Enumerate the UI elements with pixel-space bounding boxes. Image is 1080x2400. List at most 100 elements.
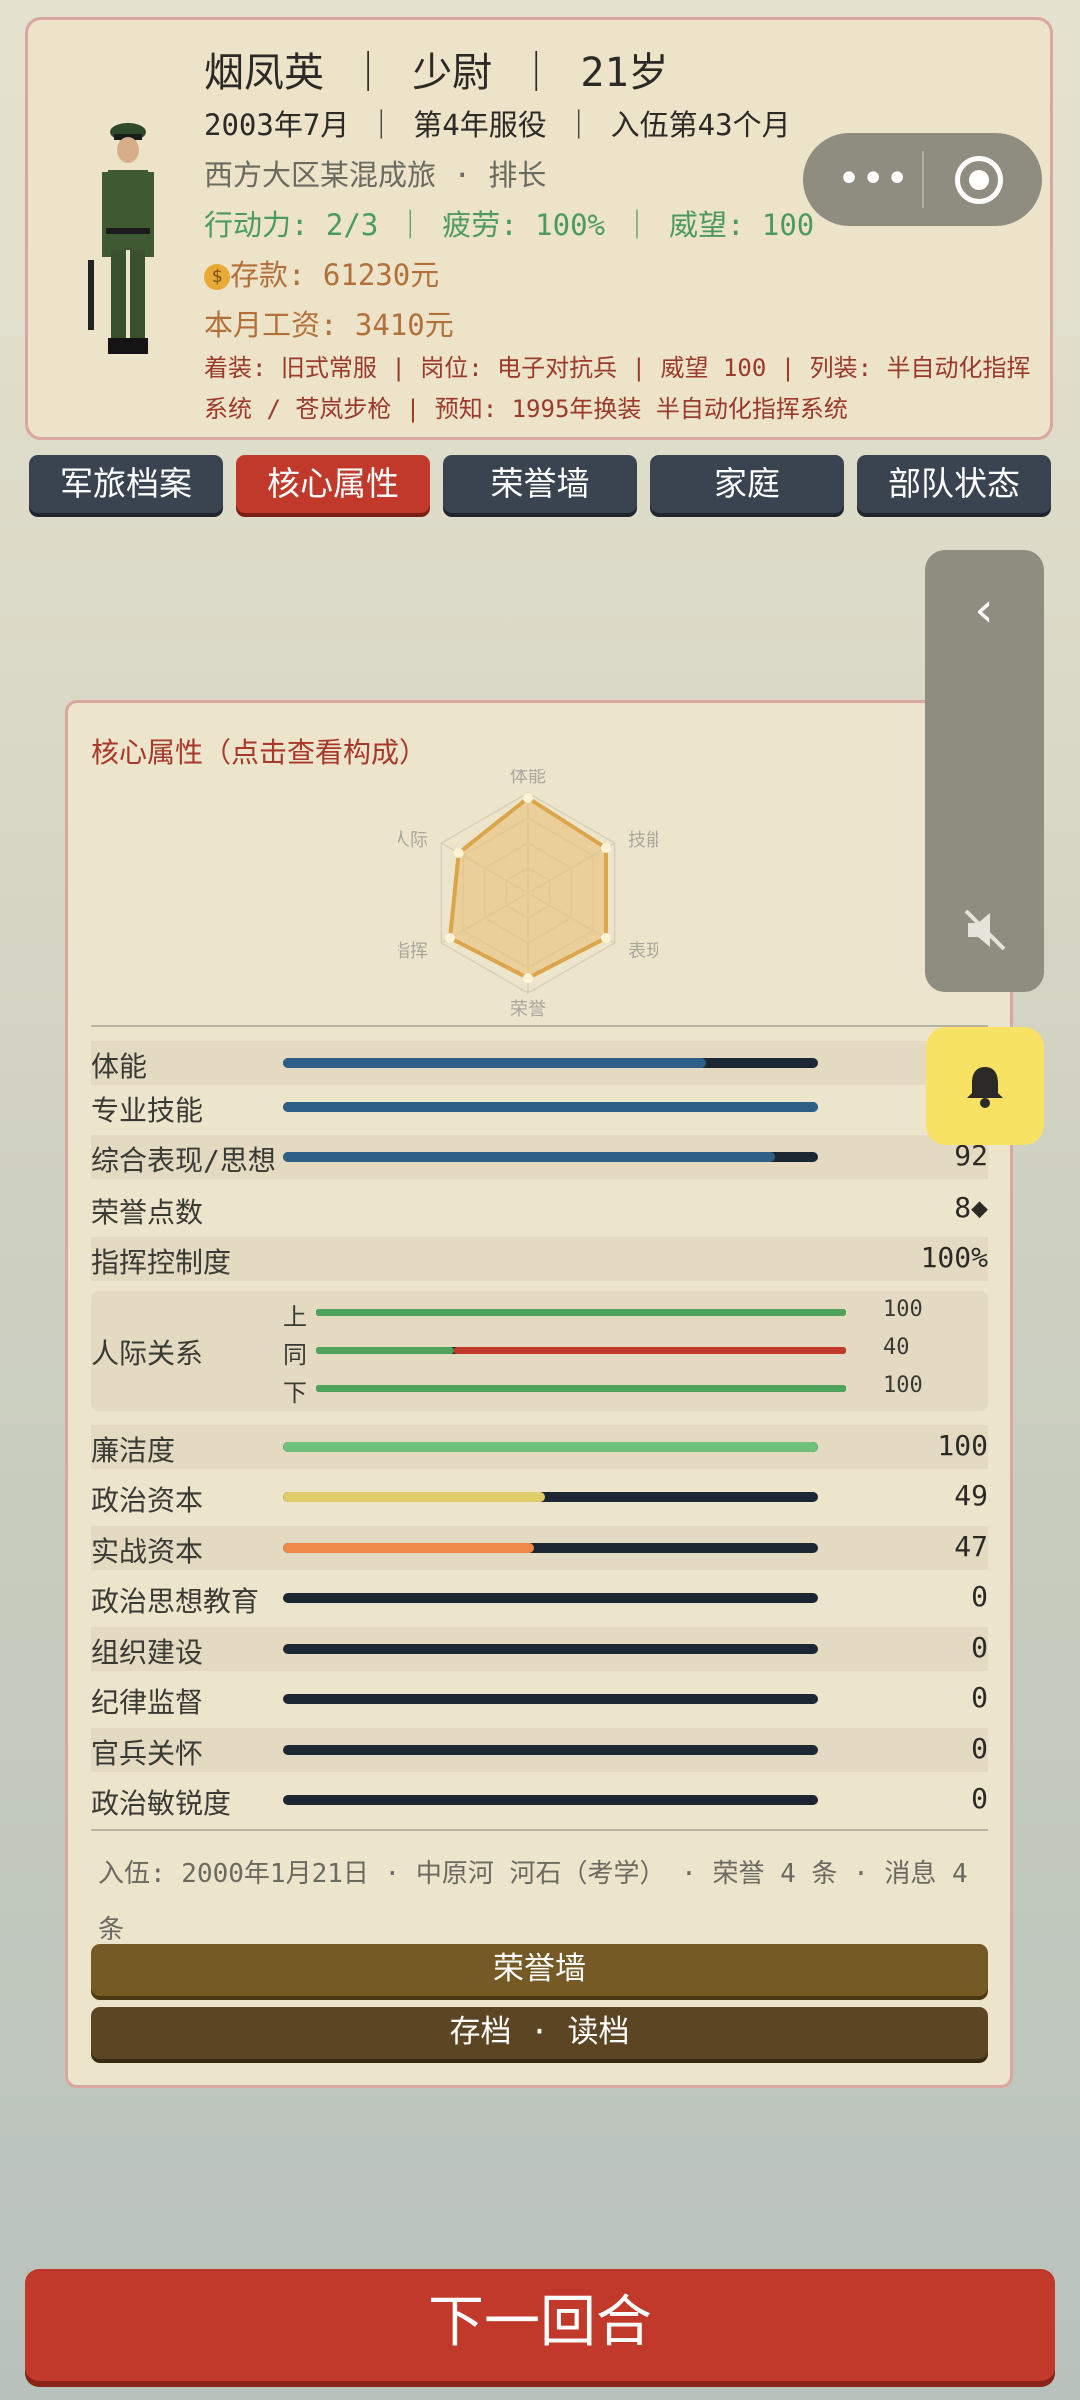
stat-row-integrity[interactable]: 廉洁度 100	[91, 1425, 988, 1469]
stat-row-skill[interactable]: 专业技能	[91, 1085, 988, 1129]
social-row-subordinate: 下 100	[283, 1371, 983, 1407]
stat-label: 政治资本	[91, 1484, 204, 1517]
core-attributes-title[interactable]: 核心属性（点击查看构成）	[91, 731, 427, 771]
stat-bar	[283, 1058, 818, 1068]
side-panel: ‹	[925, 550, 1044, 992]
enlisted-months: 入伍第43个月	[610, 108, 791, 142]
miniprogram-capsule: •••	[803, 133, 1042, 226]
stat-value: 8◆	[954, 1191, 988, 1224]
radar-label-social: 人际	[398, 830, 428, 851]
radar-point	[523, 793, 533, 803]
prestige: 威望: 100	[668, 208, 815, 242]
current-date: 2003年7月	[204, 108, 350, 142]
money-bag-icon: $	[204, 264, 230, 290]
tab-military-records[interactable]: 军旅档案	[29, 455, 223, 513]
social-row-peer: 同 40	[283, 1333, 983, 1369]
stat-row-combat-capital[interactable]: 实战资本 47	[91, 1526, 988, 1570]
position-name: 排长	[488, 158, 547, 192]
stat-label: 实战资本	[91, 1535, 204, 1568]
stat-bar	[283, 1593, 818, 1603]
savings-line: $ 存款: 61230元	[204, 252, 439, 294]
notification-button[interactable]	[926, 1027, 1044, 1145]
stat-bar	[283, 1102, 818, 1112]
stat-label: 廉洁度	[91, 1434, 176, 1467]
stat-row-honor-points[interactable]: 荣誉点数 8◆	[91, 1187, 988, 1231]
unit-position: 西方大区某混成旅 · 排长	[204, 158, 547, 192]
social-tag: 下	[283, 1379, 307, 1407]
social-row-superior: 上 100	[283, 1295, 983, 1331]
stat-label: 官兵关怀	[91, 1737, 204, 1770]
tab-family[interactable]: 家庭	[650, 455, 844, 513]
attributes-radar-chart[interactable]: 体能 技能 表现 荣誉 指挥 人际	[398, 769, 658, 1019]
action-points: 行动力: 2/3	[204, 208, 379, 242]
stat-row-care[interactable]: 官兵关怀 0	[91, 1728, 988, 1772]
stat-value: 49	[954, 1479, 988, 1512]
stat-bar	[283, 1152, 818, 1162]
stat-bar	[283, 1795, 818, 1805]
core-attributes-card: 核心属性（点击查看构成） 体能 技能 表现 荣誉 指挥 人际 体能 专业技能 综…	[65, 700, 1013, 2088]
stat-bar	[283, 1644, 818, 1654]
stat-row-organization[interactable]: 组织建设 0	[91, 1627, 988, 1671]
social-relations[interactable]: 人际关系 上 100 同 40 下 100	[91, 1291, 988, 1411]
stat-value: 0	[971, 1580, 988, 1613]
radar-point	[600, 843, 611, 853]
social-tag: 同	[283, 1341, 307, 1369]
stat-label: 纪律监督	[91, 1686, 204, 1719]
tab-bar: 军旅档案 核心属性 荣誉墙 家庭 部队状态	[29, 455, 1051, 515]
social-fill-peer	[316, 1347, 454, 1354]
tab-troop-status[interactable]: 部队状态	[857, 455, 1051, 513]
service-year: 第4年服役	[413, 108, 547, 142]
soldier-avatar	[88, 123, 154, 354]
soldier-name: 烟凤英	[204, 50, 324, 96]
social-tag: 上	[283, 1303, 307, 1331]
stat-label: 综合表现/思想	[91, 1144, 276, 1177]
stat-value: 100	[937, 1429, 988, 1462]
social-value: 100	[883, 1373, 923, 1398]
stat-row-discipline[interactable]: 纪律监督 0	[91, 1677, 988, 1721]
bell-icon	[967, 1067, 1003, 1108]
soldier-age: 21岁	[580, 50, 669, 96]
social-fill-superior	[316, 1309, 846, 1316]
stat-bar	[283, 1543, 818, 1553]
stat-row-political-education[interactable]: 政治思想教育 0	[91, 1576, 988, 1620]
stat-value: 0	[971, 1631, 988, 1664]
tab-core-attributes[interactable]: 核心属性	[236, 455, 430, 513]
radar-point	[600, 933, 611, 943]
honor-wall-button[interactable]: 荣誉墙	[91, 1944, 988, 1996]
stat-bar	[283, 1442, 818, 1452]
status-line: 行动力: 2/3 ｜ 疲劳: 100% ｜ 威望: 100	[204, 208, 815, 242]
stat-bar	[283, 1745, 818, 1755]
stat-row-political-sensitivity[interactable]: 政治敏锐度 0	[91, 1778, 988, 1822]
fatigue: 疲劳: 100%	[442, 208, 606, 242]
social-label: 人际关系	[91, 1337, 204, 1370]
stat-value: 0	[971, 1782, 988, 1815]
stat-label: 荣誉点数	[91, 1196, 204, 1229]
social-value: 100	[883, 1297, 923, 1322]
next-turn-button[interactable]: 下一回合	[25, 2269, 1055, 2381]
stat-label: 政治思想教育	[91, 1585, 260, 1618]
stat-row-performance[interactable]: 综合表现/思想 92	[91, 1135, 988, 1179]
target-circle-icon[interactable]	[955, 156, 1003, 204]
speaker-muted-icon[interactable]	[960, 905, 1010, 955]
social-value: 40	[883, 1335, 910, 1360]
stat-bar	[283, 1492, 818, 1502]
profile-card: 烟凤英 ｜ 少尉 ｜ 21岁 2003年7月 ｜ 第4年服役 ｜ 入伍第43个月…	[25, 17, 1053, 440]
stat-row-command-control[interactable]: 指挥控制度 100%	[91, 1237, 988, 1281]
radar-label-fitness: 体能	[510, 769, 546, 787]
social-fill-peer-negative	[453, 1347, 846, 1354]
stat-row-fitness[interactable]: 体能	[91, 1041, 988, 1085]
stat-label: 指挥控制度	[91, 1246, 232, 1279]
stat-label: 组织建设	[91, 1636, 204, 1669]
divider	[91, 1829, 988, 1831]
stat-value: 0	[971, 1732, 988, 1765]
social-fill-subordinate	[316, 1385, 846, 1392]
chevron-left-icon[interactable]: ‹	[925, 582, 1044, 638]
tab-honor-wall[interactable]: 荣誉墙	[443, 455, 637, 513]
more-dots-icon[interactable]: •••	[837, 159, 909, 199]
salary: 本月工资: 3410元	[204, 308, 454, 342]
stat-row-political-capital[interactable]: 政治资本 49	[91, 1475, 988, 1519]
stat-label: 专业技能	[91, 1094, 204, 1127]
soldier-rank: 少尉	[412, 50, 493, 96]
name-rank-age: 烟凤英 ｜ 少尉 ｜ 21岁	[204, 50, 669, 96]
save-load-button[interactable]: 存档 · 读档	[91, 2007, 988, 2059]
